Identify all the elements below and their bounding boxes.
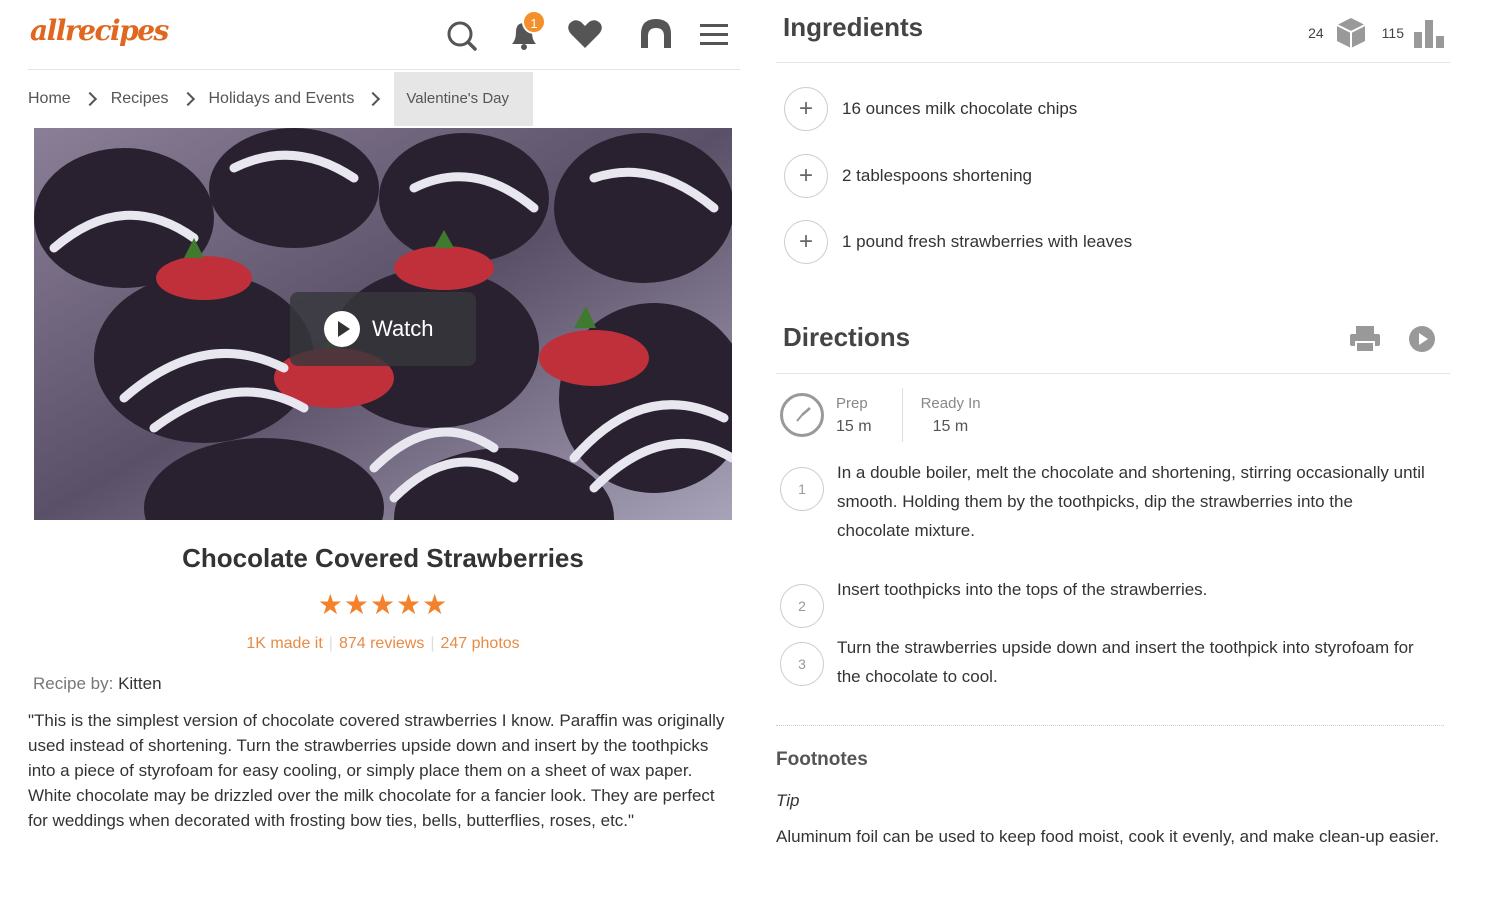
step-text: Turn the strawberries upside down and in… [837, 638, 1414, 686]
recipe-description: "This is the simplest version of chocola… [28, 711, 725, 830]
add-to-list-icon[interactable]: + [784, 87, 828, 131]
divider [901, 388, 903, 442]
notification-bell-icon[interactable]: 1 [504, 10, 546, 54]
watch-label: Watch [372, 316, 434, 341]
breadcrumb-home[interactable]: Home [28, 90, 71, 108]
ingredient-item[interactable]: + 16 ounces milk chocolate chips [784, 87, 1077, 131]
print-icon[interactable] [1348, 324, 1382, 354]
star-icon: ★ [343, 589, 370, 620]
step-text: Insert toothpicks into the tops of the s… [837, 580, 1208, 599]
calories-count: 115 [1381, 25, 1404, 41]
recipe-byline: Recipe by: Kitten [33, 674, 162, 694]
step-number: 3 [780, 642, 824, 686]
recipe-times: Prep 15 m Ready In 15 m [780, 388, 981, 442]
tip-label: Tip [776, 791, 800, 810]
photos-link[interactable]: 247 photos [440, 635, 519, 652]
chevron-right-icon [180, 91, 195, 107]
notification-badge: 1 [522, 10, 546, 34]
ready-time: Ready In 15 m [921, 395, 981, 436]
search-icon[interactable] [442, 14, 482, 54]
add-to-list-icon[interactable]: + [784, 154, 828, 198]
made-it-link[interactable]: 1K made it [246, 635, 322, 652]
breadcrumb: Home Recipes Holidays and Events Valenti… [28, 72, 534, 126]
divider: | [430, 635, 435, 652]
byline-label: Recipe by: [33, 674, 114, 693]
ready-label: Ready In [920, 394, 981, 412]
reviews-link[interactable]: 874 reviews [339, 635, 424, 652]
rating-stars[interactable]: ★★★★★ [34, 588, 732, 621]
prep-time: Prep 15 m [836, 395, 872, 436]
chevron-right-icon [82, 91, 97, 107]
menu-hamburger-icon[interactable] [696, 14, 736, 54]
site-header: allrecipes 1 [28, 0, 740, 70]
prep-value: 15 m [836, 417, 872, 435]
play-icon [324, 311, 360, 347]
ingredient-item[interactable]: + 2 tablespoons shortening [784, 154, 1032, 198]
star-icon: ★ [369, 589, 397, 620]
ingredients-meta: 24 115 [1308, 16, 1446, 50]
ingredients-title: Ingredients [783, 12, 924, 42]
breadcrumb-recipes[interactable]: Recipes [111, 90, 169, 108]
ingredient-text: 1 pound fresh strawberries with leaves [842, 232, 1133, 251]
star-icon: ★ [396, 589, 423, 620]
star-icon: ★ [422, 589, 449, 620]
step-number: 2 [780, 584, 824, 628]
tip-text: Aluminum foil can be used to keep food m… [776, 827, 1440, 846]
recipe-title: Chocolate Covered Strawberries [182, 543, 584, 573]
favorites-heart-icon[interactable] [564, 14, 604, 54]
author-link[interactable]: Kitten [118, 674, 161, 693]
watch-video-button[interactable]: Watch [290, 292, 476, 366]
ready-value: 15 m [932, 417, 969, 435]
recipe-right-column: Ingredients 24 115 + 16 ounces milk choc… [776, 0, 1452, 904]
servings-count: 24 [1308, 25, 1324, 41]
footnotes-title: Footnotes [776, 749, 868, 770]
recipe-video-thumbnail[interactable]: Watch [34, 128, 732, 520]
ingredients-header: Ingredients 24 115 [776, 0, 1450, 63]
divider [776, 725, 1444, 726]
play-video-icon[interactable] [1408, 325, 1436, 353]
ingredient-text: 16 ounces milk chocolate chips [842, 99, 1078, 118]
ingredient-text: 2 tablespoons shortening [842, 166, 1032, 185]
star-icon: ★ [317, 589, 344, 620]
directions-title: Directions [783, 322, 911, 352]
breadcrumb-holidays[interactable]: Holidays and Events [209, 90, 355, 108]
recipe-stats: 1K made it | 874 reviews | 247 photos [34, 635, 732, 653]
ingredient-item[interactable]: + 1 pound fresh strawberries with leaves [784, 220, 1132, 264]
divider: | [328, 635, 333, 652]
allrecipes-logo[interactable]: allrecipes [30, 14, 169, 47]
recipe-left-column: allrecipes 1 Home Recipes Holidays and E… [0, 0, 760, 904]
servings-cube-icon[interactable] [1334, 16, 1368, 50]
nutrition-chart-icon[interactable] [1412, 16, 1446, 50]
clock-icon [780, 393, 824, 437]
step-number: 1 [780, 467, 824, 511]
breadcrumb-current[interactable]: Valentine's Day [394, 72, 534, 126]
prep-label: Prep [836, 394, 868, 412]
step-text: In a double boiler, melt the chocolate a… [837, 463, 1425, 540]
add-to-list-icon[interactable]: + [784, 220, 828, 264]
chevron-right-icon [366, 91, 381, 107]
profile-avatar-icon[interactable] [636, 14, 676, 54]
directions-tools [1348, 324, 1436, 354]
